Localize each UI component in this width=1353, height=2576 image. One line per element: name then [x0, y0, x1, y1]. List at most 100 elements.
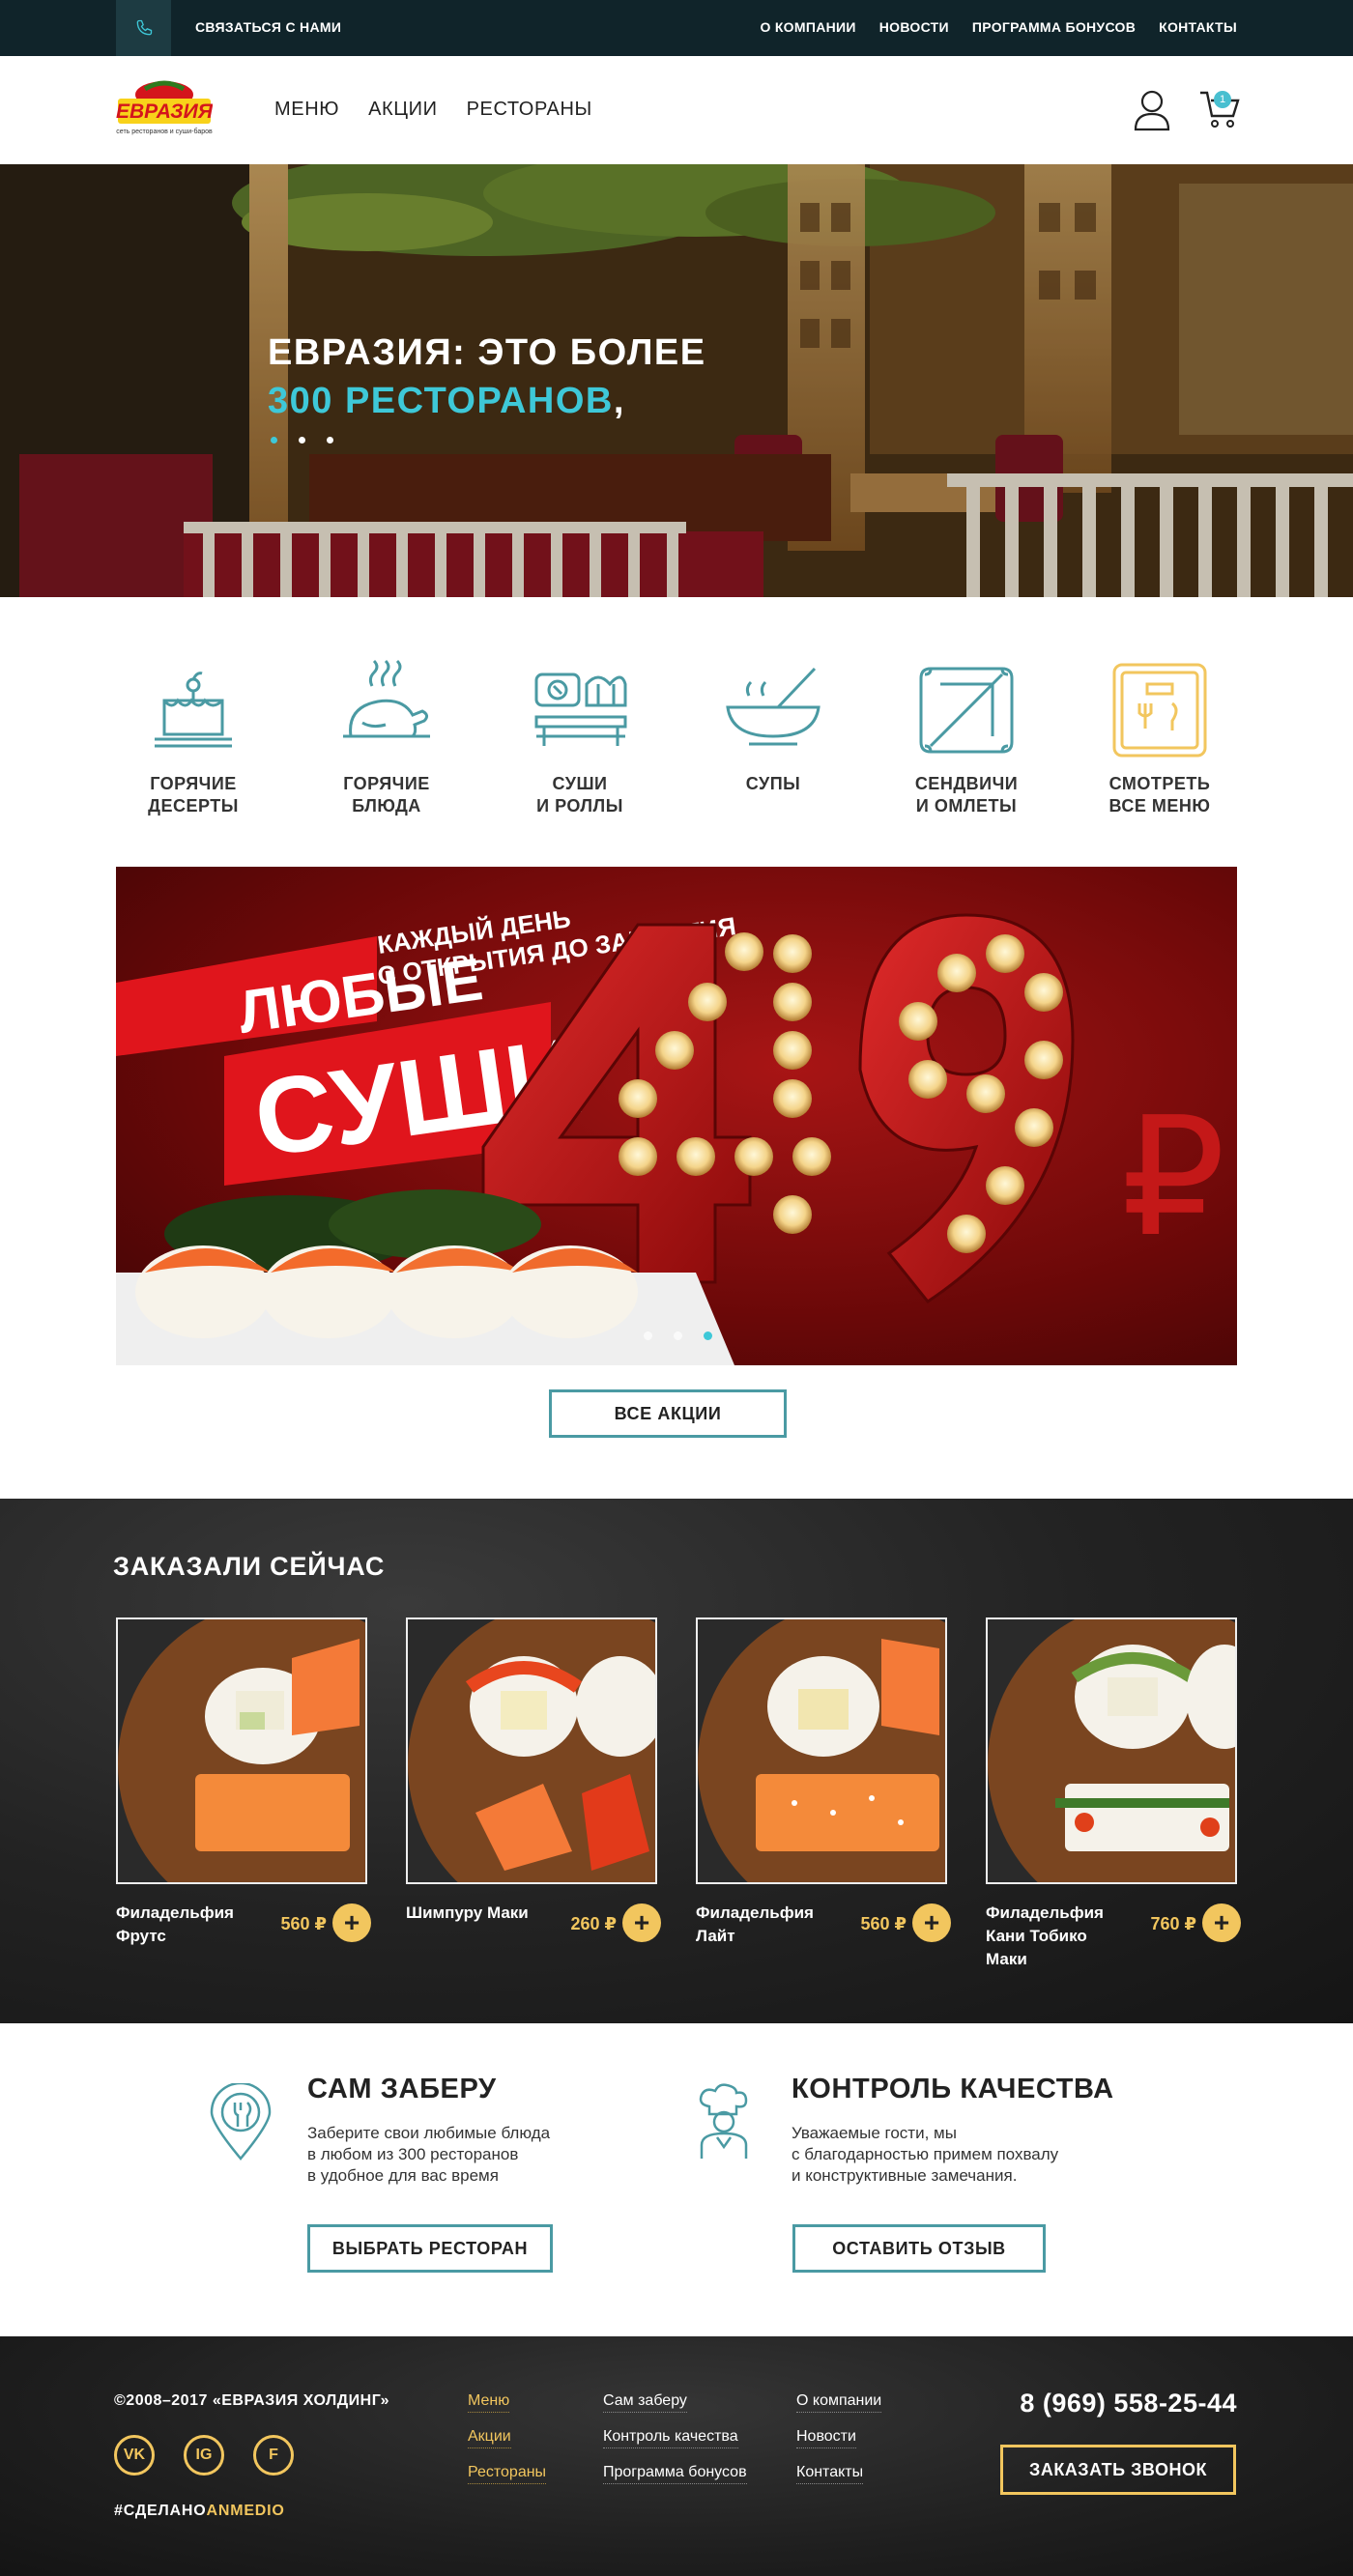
product-card[interactable]: Филадельфия Лайт 560 ₽ + — [696, 1617, 951, 1945]
product-name[interactable]: Филадельфия Кани Тобико Маки — [986, 1902, 1131, 1971]
category-list: ГОРЯЧИЕ ДЕСЕРТЫ ГОРЯЧИЕ БЛЮДА СУШИ И РОЛ… — [116, 657, 1237, 821]
request-call-button[interactable]: ЗАКАЗАТЬ ЗВОНОК — [1000, 2445, 1236, 2495]
product-image[interactable] — [406, 1617, 657, 1884]
top-link-contacts[interactable]: КОНТАКТЫ — [1159, 19, 1237, 35]
hashtag-prefix: #СДЕЛАНО — [114, 2503, 207, 2519]
service-quality-text: Уважаемые гости, мы с благодарностью при… — [792, 2124, 1059, 2185]
nav-promotions[interactable]: АКЦИИ — [368, 99, 438, 121]
footer-phone[interactable]: 8 (969) 558-25-44 — [1020, 2389, 1237, 2419]
category-hot-desserts[interactable]: ГОРЯЧИЕ ДЕСЕРТЫ — [116, 657, 271, 821]
hero-dot-2[interactable] — [299, 437, 305, 444]
product-image[interactable] — [116, 1617, 367, 1884]
category-sandwiches[interactable]: СЕНДВИЧИ И ОМЛЕТЫ — [889, 657, 1044, 821]
product-price: 760 ₽ — [1150, 1914, 1196, 1933]
hero-dot-3[interactable] — [327, 437, 333, 444]
footer-link-about[interactable]: О компании — [796, 2392, 882, 2413]
vk-icon[interactable]: VK — [114, 2435, 155, 2476]
promo-currency: ₽ — [1121, 1086, 1225, 1270]
product-card[interactable]: Филадельфия Кани Тобико Маки 760 ₽ + — [986, 1617, 1241, 1968]
product-name[interactable]: Филадельфия Лайт — [696, 1902, 841, 1948]
footer-link-pickup[interactable]: Сам заберу — [603, 2392, 687, 2413]
map-pin-fork-icon — [210, 2083, 272, 2161]
category-label: ГОРЯЧИЕ БЛЮДА — [343, 774, 430, 816]
main-nav: МЕНЮ АКЦИИ РЕСТОРАНЫ — [274, 99, 592, 121]
product-card[interactable]: Шимпуру Маки 260 ₽ + — [406, 1617, 661, 1942]
service-pickup-text: Заберите свои любимые блюда в любом из 3… — [307, 2124, 551, 2185]
dessert-icon — [155, 672, 232, 748]
top-link-about[interactable]: О КОМПАНИИ — [760, 19, 855, 35]
footer-link-restaurants[interactable]: Рестораны — [468, 2464, 547, 2484]
footer-link-promotions[interactable]: Акции — [468, 2428, 511, 2448]
product-card[interactable]: Филадельфия Фрутс 560 ₽ + — [116, 1617, 371, 1945]
category-label: СМОТРЕТЬ ВСЕ МЕНЮ — [1108, 774, 1211, 816]
top-links: О КОМПАНИИ НОВОСТИ ПРОГРАММА БОНУСОВ КОН… — [760, 19, 1237, 35]
product-price: 560 ₽ — [280, 1914, 327, 1933]
footer-link-contacts[interactable]: Контакты — [796, 2464, 864, 2484]
footer-link-bonus[interactable]: Программа бонусов — [603, 2464, 747, 2484]
svg-text:сеть ресторанов и суши-баров: сеть ресторанов и суши-баров — [116, 128, 213, 135]
ordered-now-title: ЗАКАЗАЛИ СЕЙЧАС — [113, 1552, 386, 1581]
top-link-news[interactable]: НОВОСТИ — [879, 19, 949, 35]
promo-dot-2[interactable] — [674, 1331, 682, 1340]
product-price: 260 ₽ — [570, 1914, 617, 1933]
add-to-cart-button[interactable]: + — [912, 1903, 951, 1942]
hashtag-suffix: ANMEDIO — [206, 2503, 285, 2519]
leave-review-button[interactable]: ОСТАВИТЬ ОТЗЫВ — [792, 2224, 1046, 2273]
choose-restaurant-button[interactable]: ВЫБРАТЬ РЕСТОРАН — [307, 2224, 553, 2273]
user-icon[interactable] — [1133, 89, 1171, 131]
product-image[interactable] — [696, 1617, 947, 1884]
footer-link-quality[interactable]: Контроль качества — [603, 2428, 738, 2448]
sushi-icon — [534, 673, 627, 746]
add-to-cart-button[interactable]: + — [1202, 1903, 1241, 1942]
hero-dot-1[interactable] — [271, 437, 277, 444]
product-name[interactable]: Филадельфия Фрутс — [116, 1902, 261, 1948]
promo-dot-1[interactable] — [644, 1331, 652, 1340]
product-price: 560 ₽ — [860, 1914, 907, 1933]
category-soups[interactable]: СУПЫ — [696, 657, 850, 821]
instagram-icon[interactable]: IG — [184, 2435, 224, 2476]
category-sushi-rolls[interactable]: СУШИ И РОЛЛЫ — [503, 657, 657, 821]
product-name[interactable]: Шимпуру Маки — [406, 1902, 551, 1925]
footer-col-services: Сам заберу Контроль качества Программа б… — [603, 2392, 747, 2484]
add-to-cart-button[interactable]: + — [622, 1903, 661, 1942]
nav-restaurants[interactable]: РЕСТОРАНЫ — [467, 99, 592, 121]
promo-artwork: ЛЮБЫЕ СУШИ КАЖДЫЙ ДЕНЬ С ОТКРЫТИЯ ДО ЗАК… — [116, 903, 1225, 1365]
hero-pagination — [271, 437, 333, 444]
phone-button[interactable] — [116, 0, 171, 56]
hero-title: ЕВРАЗИЯ: ЭТО БОЛЕЕ 300 РЕСТОРАНОВ, — [268, 329, 706, 425]
hashtag[interactable]: #СДЕЛАНОANMEDIO — [114, 2503, 285, 2520]
site-footer: ©2008–2017 «ЕВРАЗИЯ ХОЛДИНГ» VK IG F #СД… — [0, 2336, 1353, 2576]
phone-icon — [136, 19, 152, 36]
hero-slider[interactable]: ЕВРАЗИЯ: ЭТО БОЛЕЕ 300 РЕСТОРАНОВ, — [0, 164, 1353, 597]
brand-logo[interactable]: ЕВРАЗИЯ сеть ресторанов и суши-баров — [116, 77, 213, 139]
menu-book-icon — [1112, 663, 1207, 758]
svg-text:ЕВРАЗИЯ: ЕВРАЗИЯ — [116, 100, 213, 123]
nav-menu[interactable]: МЕНЮ — [274, 99, 339, 121]
hero-title-comma: , — [613, 381, 625, 421]
footer-link-news[interactable]: Новости — [796, 2428, 856, 2448]
service-pickup-title: САМ ЗАБЕРУ — [307, 2074, 497, 2104]
footer-link-menu[interactable]: Меню — [468, 2392, 510, 2413]
soup-bowl-icon — [726, 667, 820, 746]
footer-col-main: Меню Акции Рестораны — [468, 2392, 547, 2484]
ordered-now-section: ЗАКАЗАЛИ СЕЙЧАС Филадельфия Фрутс 560 ₽ … — [0, 1499, 1353, 2023]
promo-banner[interactable]: ЛЮБЫЕ СУШИ КАЖДЫЙ ДЕНЬ С ОТКРЫТИЯ ДО ЗАК… — [116, 867, 1237, 1365]
category-label: СУШИ И РОЛЛЫ — [536, 774, 623, 816]
service-pickup: САМ ЗАБЕРУ Заберите свои любимые блюда в… — [307, 2074, 550, 2187]
contact-us-link[interactable]: СВЯЗАТЬСЯ С НАМИ — [195, 19, 341, 35]
category-label: СУПЫ — [745, 774, 801, 793]
add-to-cart-button[interactable]: + — [332, 1903, 371, 1942]
site-header: ЕВРАЗИЯ сеть ресторанов и суши-баров МЕН… — [0, 56, 1353, 164]
category-label: ГОРЯЧИЕ ДЕСЕРТЫ — [148, 774, 239, 816]
promo-dot-3[interactable] — [704, 1331, 712, 1340]
foursquare-icon[interactable]: F — [253, 2435, 294, 2476]
category-all-menu[interactable]: СМОТРЕТЬ ВСЕ МЕНЮ — [1082, 657, 1237, 821]
chef-icon — [699, 2083, 748, 2159]
top-link-bonus[interactable]: ПРОГРАММА БОНУСОВ — [972, 19, 1136, 35]
all-promotions-button[interactable]: ВСЕ АКЦИИ — [549, 1389, 787, 1438]
hero-title-line1: ЕВРАЗИЯ: ЭТО БОЛЕЕ — [268, 332, 706, 373]
product-image[interactable] — [986, 1617, 1237, 1884]
cart-count-badge: 1 — [1214, 91, 1231, 108]
category-hot-dishes[interactable]: ГОРЯЧИЕ БЛЮДА — [309, 657, 464, 821]
category-label: СЕНДВИЧИ И ОМЛЕТЫ — [914, 774, 1019, 816]
